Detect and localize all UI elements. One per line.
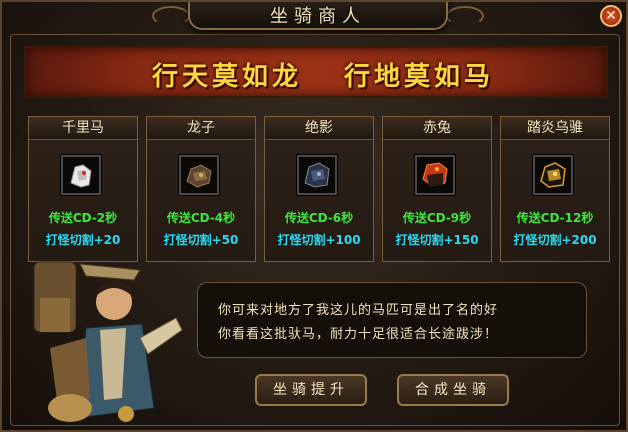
teleport-cd: 传送CD-12秒 (516, 211, 594, 225)
monster-cut: 打怪切割+100 (277, 233, 361, 247)
close-button[interactable]: ✕ (600, 5, 622, 27)
slogan-right: 行地莫如马 (344, 62, 495, 92)
ornament-left (152, 6, 190, 26)
monster-cut: 打怪切割+150 (395, 233, 479, 247)
close-icon: ✕ (605, 8, 617, 24)
slogan-banner: 行天莫如龙 行地莫如马 (24, 46, 608, 98)
ornament-right (446, 6, 484, 26)
mount-card-jueying[interactable]: 绝影 传送CD-6秒 打怪切割+100 (264, 116, 374, 262)
mount-name: 赤兔 (383, 117, 491, 140)
window-title: 坐骑商人 (270, 6, 366, 27)
dialog-line-1: 你可来对地方了我这儿的马匹可是出了名的好 (218, 303, 499, 318)
monster-cut: 打怪切割+50 (163, 233, 239, 247)
merchant-portrait (33, 261, 183, 422)
dialog-line-2: 你看看这批驮马，耐力十足很适合长途跋涉！ (218, 327, 499, 342)
gold-black-horse-armor-icon[interactable] (533, 155, 573, 195)
mount-name: 踏炎乌骓 (501, 117, 609, 140)
merchant-dialog: 你可来对地方了我这儿的马匹可是出了名的好 你看看这批驮马，耐力十足很适合长途跋涉… (197, 282, 587, 358)
mount-card-qianlima[interactable]: 千里马 传送CD-2秒 打怪切割+20 (28, 116, 138, 262)
white-horse-armor-icon[interactable] (61, 155, 101, 195)
red-horse-armor-icon[interactable] (415, 155, 455, 195)
mount-name: 龙子 (147, 117, 255, 140)
slogan-left: 行天莫如龙 (152, 62, 303, 92)
teleport-cd: 传送CD-2秒 (48, 211, 118, 225)
compose-mount-button[interactable]: 合成坐骑 (397, 374, 509, 406)
mount-name: 千里马 (29, 117, 137, 140)
mount-card-tayanwuzhui[interactable]: 踏炎乌骓 传送CD-12秒 打怪切割+200 (500, 116, 610, 262)
dark-blue-horse-armor-icon[interactable] (297, 155, 337, 195)
monster-cut: 打怪切割+20 (45, 233, 121, 247)
mount-name: 绝影 (265, 117, 373, 140)
teleport-cd: 传送CD-4秒 (166, 211, 236, 225)
mount-card-chitu[interactable]: 赤兔 传送CD-9秒 打怪切割+150 (382, 116, 492, 262)
teleport-cd: 传送CD-9秒 (402, 211, 472, 225)
bronze-horse-armor-icon[interactable] (179, 155, 219, 195)
mount-card-longzi[interactable]: 龙子 传送CD-4秒 打怪切割+50 (146, 116, 256, 262)
title-plate: 坐骑商人 (188, 2, 448, 30)
monster-cut: 打怪切割+200 (513, 233, 597, 247)
mount-upgrade-button[interactable]: 坐骑提升 (255, 374, 367, 406)
mount-merchant-window: 坐骑商人 ✕ 行天莫如龙 行地莫如马 千里马 传送CD-2秒 打怪切割+20 龙… (0, 0, 628, 432)
teleport-cd: 传送CD-6秒 (284, 211, 354, 225)
